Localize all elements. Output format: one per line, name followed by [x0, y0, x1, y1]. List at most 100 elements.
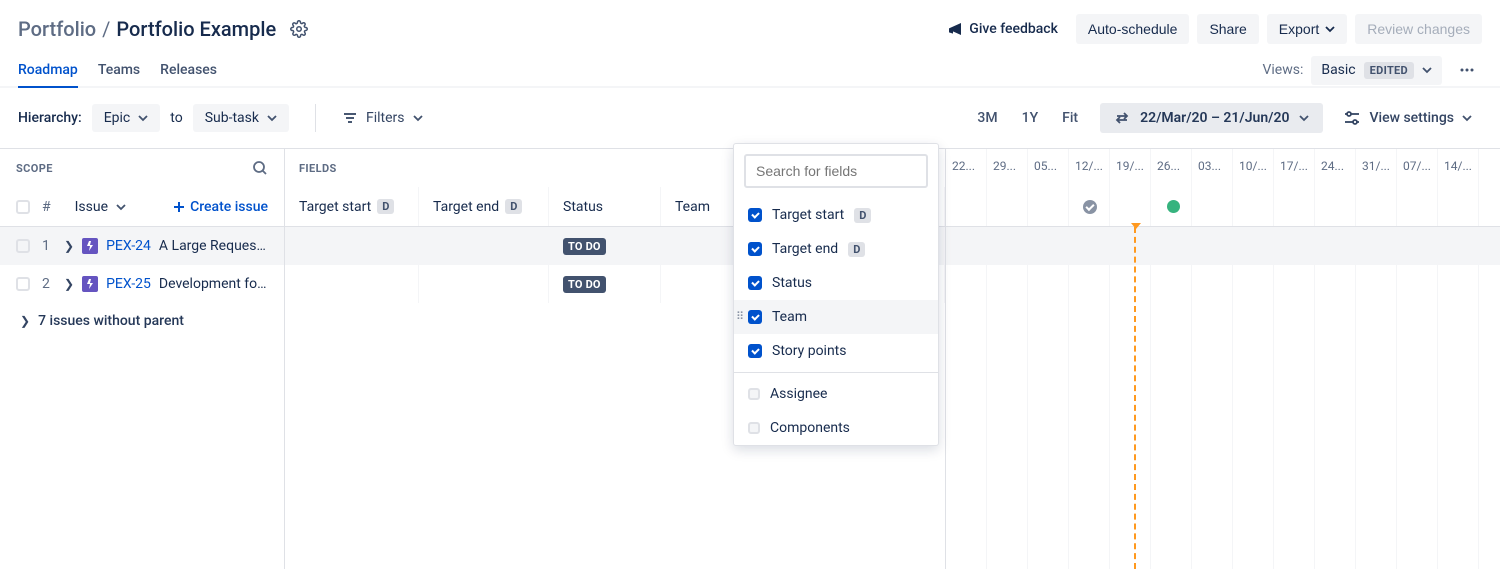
week-header: 05...: [1028, 149, 1069, 187]
field-option-components[interactable]: Components: [734, 411, 938, 445]
timeline-row[interactable]: [946, 303, 1500, 341]
chevron-down-icon: [413, 113, 423, 123]
field-option-assignee[interactable]: Assignee: [734, 377, 938, 411]
week-header: 14/...: [1438, 149, 1479, 187]
date-range-picker[interactable]: 22/Mar/20 – 21/Jun/20: [1100, 103, 1323, 133]
column-label: Target start: [299, 199, 371, 215]
megaphone-icon: [947, 21, 963, 37]
field-option-team[interactable]: ⠿ Team: [734, 300, 938, 334]
zoom-1y[interactable]: 1Y: [1010, 103, 1051, 133]
column-header-target-end[interactable]: Target end D: [419, 187, 549, 226]
give-feedback-label: Give feedback: [969, 21, 1058, 37]
view-name: Basic: [1321, 62, 1355, 78]
breadcrumb-current: Portfolio Example: [116, 17, 276, 41]
filters-label: Filters: [366, 110, 405, 126]
tab-roadmap[interactable]: Roadmap: [18, 54, 78, 88]
issue-key-link[interactable]: PEX-24: [106, 238, 151, 254]
chevron-down-icon: [116, 202, 126, 212]
row-number-header: #: [42, 199, 51, 215]
tab-teams[interactable]: Teams: [98, 54, 140, 86]
date-range-label: 22/Mar/20 – 21/Jun/20: [1140, 110, 1289, 126]
row-checkbox[interactable]: [16, 277, 30, 291]
zoom-fit[interactable]: Fit: [1050, 103, 1090, 133]
plus-icon: [172, 200, 186, 214]
hierarchy-top-select[interactable]: Epic: [92, 104, 161, 132]
cell-target-start[interactable]: [285, 265, 419, 303]
field-option-story-points[interactable]: Story points: [734, 334, 938, 368]
milestone-done-marker[interactable]: [1083, 200, 1097, 214]
timeline-row[interactable]: [946, 379, 1500, 417]
timeline-row[interactable]: [946, 265, 1500, 303]
column-header-status[interactable]: Status: [549, 187, 661, 226]
column-header-target-start[interactable]: Target start D: [285, 187, 419, 226]
week-header: 03...: [1192, 149, 1233, 187]
views-label: Views:: [1262, 62, 1303, 78]
timeline-row[interactable]: [946, 227, 1500, 265]
checkbox-icon: [748, 310, 762, 324]
field-option-label: Assignee: [770, 386, 827, 402]
status-badge: TO DO: [563, 276, 606, 293]
scope-row[interactable]: 2 ❯ PEX-25 Development for...: [0, 265, 284, 303]
search-icon[interactable]: [252, 160, 268, 176]
hierarchy-label: Hierarchy:: [18, 110, 82, 126]
cell-status[interactable]: TO DO: [549, 265, 661, 303]
column-label: Target end: [433, 199, 499, 215]
status-badge: TO DO: [563, 238, 606, 255]
tab-releases[interactable]: Releases: [160, 54, 217, 86]
timeline-row[interactable]: [946, 493, 1500, 531]
share-button[interactable]: Share: [1197, 14, 1258, 44]
create-issue-label: Create issue: [190, 199, 268, 215]
select-all-checkbox[interactable]: [16, 200, 30, 214]
gear-icon[interactable]: [290, 20, 308, 38]
week-header: 10/...: [1233, 149, 1274, 187]
cell-target-start[interactable]: [285, 227, 419, 265]
timeline-row[interactable]: [946, 455, 1500, 493]
drag-handle-icon[interactable]: ⠿: [736, 313, 744, 321]
issues-without-parent-toggle[interactable]: ❯ 7 issues without parent: [0, 303, 284, 339]
export-button[interactable]: Export: [1267, 14, 1347, 44]
week-header: 17/...: [1274, 149, 1315, 187]
view-settings-button[interactable]: View settings: [1333, 102, 1482, 134]
fields-search-input[interactable]: [744, 154, 928, 188]
field-option-label: Team: [772, 309, 807, 325]
fields-header-label: FIELDS: [299, 162, 337, 175]
row-checkbox[interactable]: [16, 239, 30, 253]
breadcrumb-root[interactable]: Portfolio: [18, 17, 96, 41]
filter-icon: [342, 110, 358, 126]
zoom-3m[interactable]: 3M: [965, 103, 1009, 133]
cell-target-end[interactable]: [419, 265, 549, 303]
scope-row[interactable]: 1 ❯ PEX-24 A Large Request...: [0, 227, 284, 265]
view-selector[interactable]: Basic EDITED: [1311, 56, 1442, 85]
hierarchy-bottom-select[interactable]: Sub-task: [193, 104, 289, 132]
milestone-marker[interactable]: [1167, 200, 1180, 213]
checkbox-icon: [748, 208, 762, 222]
field-option-target-end[interactable]: Target end D: [734, 232, 938, 266]
chevron-down-icon: [138, 113, 148, 123]
row-number: 2: [42, 276, 50, 292]
d-badge: D: [505, 199, 522, 214]
give-feedback-button[interactable]: Give feedback: [937, 15, 1068, 43]
column-label: Status: [563, 199, 603, 215]
field-option-label: Status: [772, 275, 812, 291]
timeline-row[interactable]: [946, 417, 1500, 455]
expand-toggle[interactable]: ❯: [64, 277, 74, 291]
chevron-down-icon: [1325, 24, 1335, 34]
timeline-row[interactable]: [946, 341, 1500, 379]
cell-target-end[interactable]: [419, 227, 549, 265]
row-number: 1: [42, 238, 50, 254]
issue-sort-header[interactable]: Issue: [75, 199, 126, 215]
expand-toggle[interactable]: ❯: [64, 239, 74, 253]
popover-divider: [734, 372, 938, 373]
week-header: 12/...: [1069, 149, 1110, 187]
cell-status[interactable]: TO DO: [549, 227, 661, 265]
expand-toggle[interactable]: ❯: [20, 314, 30, 328]
fields-popover: Target start D Target end D Status ⠿ Tea…: [733, 143, 939, 446]
issue-key-link[interactable]: PEX-25: [106, 276, 151, 292]
field-option-target-start[interactable]: Target start D: [734, 198, 938, 232]
create-issue-button[interactable]: Create issue: [172, 199, 268, 215]
auto-schedule-button[interactable]: Auto-schedule: [1076, 14, 1190, 44]
more-menu-icon[interactable]: [1452, 55, 1482, 85]
filters-button[interactable]: Filters: [332, 104, 433, 132]
timeline-row[interactable]: [946, 531, 1500, 569]
field-option-status[interactable]: Status: [734, 266, 938, 300]
